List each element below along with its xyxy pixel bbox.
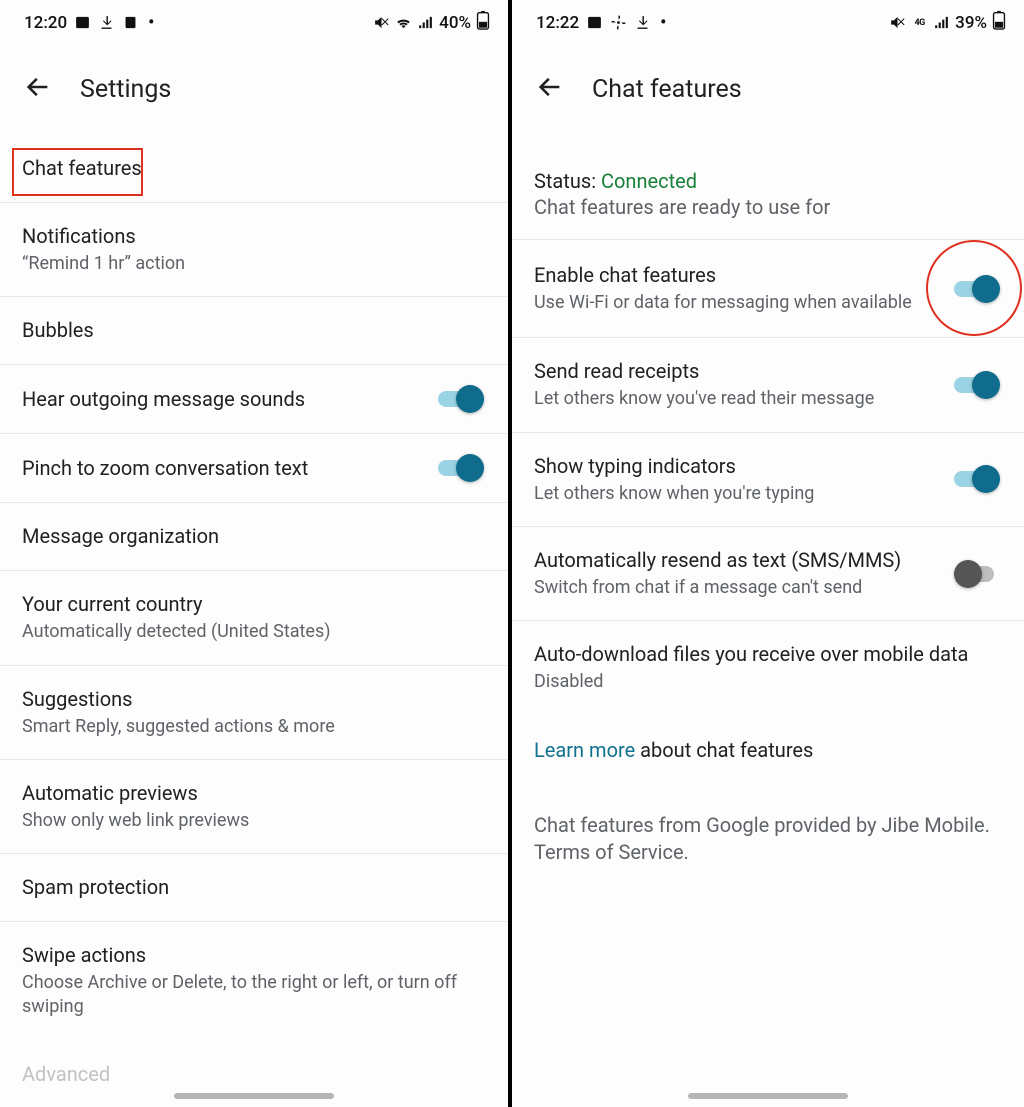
item-current-country[interactable]: Your current country Automatically detec… bbox=[0, 571, 508, 665]
learn-more-rest: about chat features bbox=[635, 738, 813, 762]
status-time: 12:22 bbox=[536, 13, 579, 33]
download-icon bbox=[634, 14, 651, 31]
item-swipe-actions[interactable]: Swipe actions Choose Archive or Delete, … bbox=[0, 922, 508, 1040]
mute-icon bbox=[373, 14, 390, 31]
item-message-organization[interactable]: Message organization bbox=[0, 503, 508, 571]
item-label: Suggestions bbox=[22, 686, 484, 713]
mute-icon bbox=[889, 14, 906, 31]
toggle-pinch-zoom[interactable] bbox=[438, 454, 484, 482]
status-bar: 12:22 • 4G 39% bbox=[512, 0, 1024, 43]
toggle-read-receipts[interactable] bbox=[954, 371, 1000, 399]
item-label: Hear outgoing message sounds bbox=[22, 386, 422, 413]
item-bubbles[interactable]: Bubbles bbox=[0, 297, 508, 365]
item-sub: Choose Archive or Delete, to the right o… bbox=[22, 971, 484, 1020]
app-header: Settings bbox=[0, 43, 508, 135]
item-label: Swipe actions bbox=[22, 942, 484, 969]
item-label: Enable chat features bbox=[534, 262, 938, 289]
settings-pane: 12:20 • 40% Settings Chat features Notif… bbox=[0, 0, 512, 1107]
item-auto-download[interactable]: Auto-download files you receive over mob… bbox=[512, 621, 1024, 714]
home-indicator[interactable] bbox=[174, 1093, 334, 1099]
item-label: Pinch to zoom conversation text bbox=[22, 455, 422, 482]
status-block: Status: Connected Chat features are read… bbox=[512, 135, 1024, 240]
battery-percent: 40% bbox=[439, 13, 471, 33]
item-sub: “Remind 1 hr” action bbox=[22, 252, 484, 276]
chat-features-list: Enable chat features Use Wi-Fi or data f… bbox=[512, 240, 1024, 714]
item-spam-protection[interactable]: Spam protection bbox=[0, 854, 508, 922]
back-button[interactable] bbox=[24, 73, 52, 105]
item-chat-features[interactable]: Chat features bbox=[0, 135, 508, 203]
app-header: Chat features bbox=[512, 43, 1024, 135]
item-label: Notifications bbox=[22, 223, 484, 250]
item-label: Send read receipts bbox=[534, 358, 938, 385]
item-read-receipts[interactable]: Send read receipts Let others know you'v… bbox=[512, 338, 1024, 432]
chat-features-pane: 12:22 • 4G 39% Chat features Status: Con… bbox=[512, 0, 1024, 1107]
provider-info: Chat features from Google provided by Ji… bbox=[512, 772, 1024, 876]
item-typing-indicators[interactable]: Show typing indicators Let others know w… bbox=[512, 433, 1024, 527]
item-sub: Let others know when you're typing bbox=[534, 482, 938, 506]
status-value: Connected bbox=[601, 169, 697, 193]
item-hear-outgoing-sounds[interactable]: Hear outgoing message sounds bbox=[0, 365, 508, 434]
item-label: Chat features bbox=[22, 155, 484, 182]
item-label: Message organization bbox=[22, 523, 484, 550]
item-sub: Switch from chat if a message can't send bbox=[534, 576, 938, 600]
download-icon bbox=[98, 14, 115, 31]
status-prefix: Status: bbox=[534, 169, 601, 193]
item-enable-chat-features[interactable]: Enable chat features Use Wi-Fi or data f… bbox=[512, 240, 1024, 338]
more-icon: • bbox=[146, 14, 154, 32]
item-label: Automatic previews bbox=[22, 780, 484, 807]
item-label: Your current country bbox=[22, 591, 484, 618]
item-automatic-previews[interactable]: Automatic previews Show only web link pr… bbox=[0, 760, 508, 854]
toggle-hear-outgoing[interactable] bbox=[438, 385, 484, 413]
learn-more-link[interactable]: Learn more bbox=[534, 738, 635, 762]
item-sub: Show only web link previews bbox=[22, 809, 484, 833]
battery-icon bbox=[992, 10, 1006, 35]
page-title: Settings bbox=[80, 75, 171, 104]
item-label: Automatically resend as text (SMS/MMS) bbox=[534, 547, 938, 574]
status-time: 12:20 bbox=[24, 13, 67, 33]
learn-more-block: Learn more about chat features bbox=[512, 714, 1024, 772]
battery-icon bbox=[476, 10, 490, 35]
page-title: Chat features bbox=[592, 75, 742, 104]
toggle-auto-resend-sms[interactable] bbox=[954, 560, 1000, 588]
settings-list: Chat features Notifications “Remind 1 hr… bbox=[0, 135, 508, 1040]
toggle-enable-chat-features[interactable] bbox=[954, 275, 1000, 303]
item-label: Bubbles bbox=[22, 317, 484, 344]
battery-percent: 39% bbox=[955, 13, 987, 33]
item-suggestions[interactable]: Suggestions Smart Reply, suggested actio… bbox=[0, 666, 508, 760]
back-button[interactable] bbox=[536, 73, 564, 105]
item-label: Auto-download files you receive over mob… bbox=[534, 641, 1000, 668]
network-4g-icon: 4G bbox=[911, 14, 928, 31]
home-indicator[interactable] bbox=[688, 1093, 848, 1099]
wifi-icon bbox=[395, 14, 412, 31]
toggle-typing-indicators[interactable] bbox=[954, 465, 1000, 493]
item-sub: Automatically detected (United States) bbox=[22, 620, 484, 644]
item-sub: Disabled bbox=[534, 670, 1000, 694]
fan-icon bbox=[610, 14, 627, 31]
item-sub: Use Wi-Fi or data for messaging when ava… bbox=[534, 291, 938, 315]
item-notifications[interactable]: Notifications “Remind 1 hr” action bbox=[0, 203, 508, 297]
status-bar: 12:20 • 40% bbox=[0, 0, 508, 43]
app-icon bbox=[122, 14, 139, 31]
item-sub: Smart Reply, suggested actions & more bbox=[22, 715, 484, 739]
picture-icon bbox=[74, 14, 91, 31]
item-label: Show typing indicators bbox=[534, 453, 938, 480]
item-sub: Let others know you've read their messag… bbox=[534, 387, 938, 411]
item-auto-resend-sms[interactable]: Automatically resend as text (SMS/MMS) S… bbox=[512, 527, 1024, 621]
signal-icon bbox=[417, 14, 434, 31]
more-icon: • bbox=[658, 14, 666, 32]
item-label: Spam protection bbox=[22, 874, 484, 901]
signal-icon bbox=[933, 14, 950, 31]
status-sub: Chat features are ready to use for bbox=[534, 195, 1000, 219]
item-advanced[interactable]: Advanced bbox=[0, 1040, 508, 1086]
item-pinch-zoom[interactable]: Pinch to zoom conversation text bbox=[0, 434, 508, 503]
picture-icon bbox=[586, 14, 603, 31]
